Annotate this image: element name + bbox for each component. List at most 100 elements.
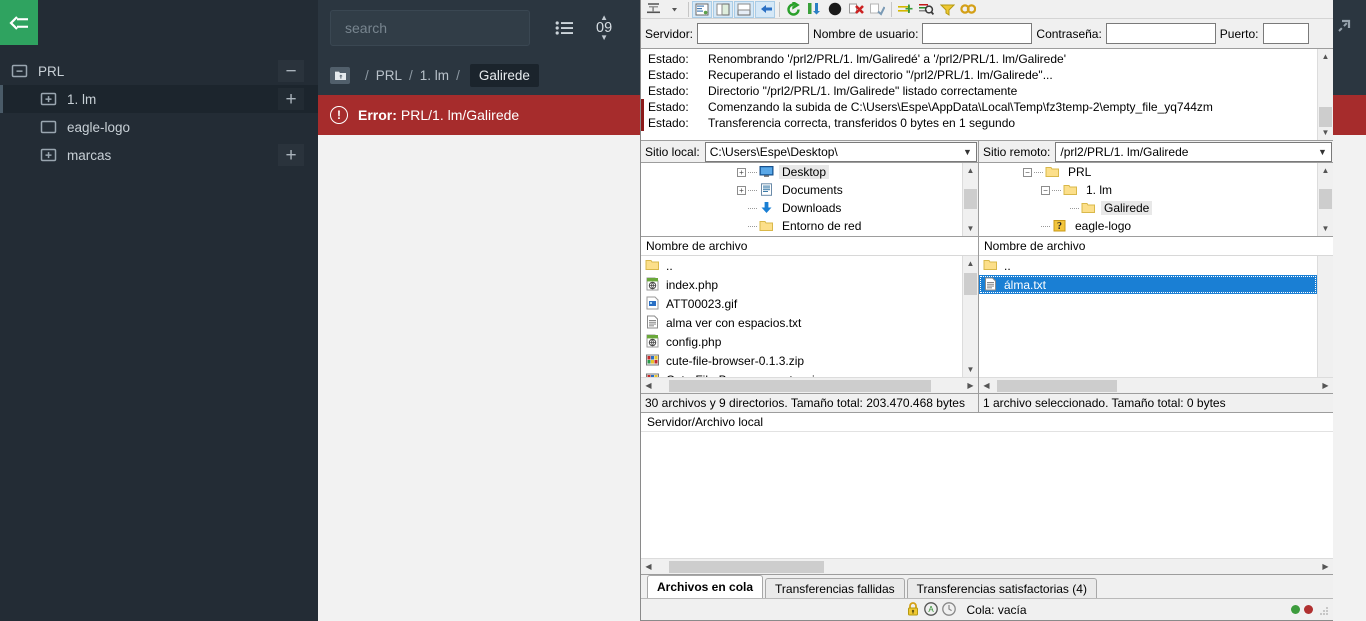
tree-item-1-lm[interactable]: 1. lm + — [0, 85, 318, 113]
toggle-local-tree-icon[interactable] — [692, 0, 712, 18]
find-files-icon[interactable] — [958, 1, 978, 18]
scroll-up-icon[interactable]: ▲ — [963, 256, 979, 271]
breadcrumb-item-1-lm[interactable]: 1. lm — [420, 68, 449, 83]
remote-list-scrollbar[interactable] — [1317, 256, 1333, 377]
scroll-right-icon[interactable]: ▶ — [963, 378, 978, 394]
breadcrumb-item-prl[interactable]: PRL — [376, 68, 402, 83]
local-list-scrollbar[interactable]: ▲ ▼ — [962, 256, 978, 377]
port-input[interactable] — [1262, 23, 1309, 44]
remote-tree-item-1-lm[interactable]: − 1. lm — [979, 181, 1317, 199]
remote-list-hscrollbar[interactable]: ◀ ▶ — [979, 377, 1333, 393]
page-stepper[interactable]: ▲ 09 ▼ — [596, 13, 612, 42]
process-queue-icon[interactable] — [804, 1, 824, 18]
scroll-up-icon[interactable]: ▲ — [963, 163, 979, 178]
scroll-down-icon[interactable]: ▼ — [963, 221, 979, 236]
list-item[interactable]: álma.txt — [979, 275, 1317, 294]
scroll-down-icon[interactable]: ▼ — [1318, 221, 1334, 236]
reconnect-icon[interactable] — [783, 1, 803, 18]
list-item[interactable]: Cute-File-Browser-master.zip — [641, 370, 962, 377]
chevron-down-icon[interactable]: ▼ — [1314, 143, 1331, 161]
scroll-right-icon[interactable]: ▶ — [1318, 559, 1333, 575]
refresh-sync-icon[interactable] — [755, 0, 775, 18]
remote-tree-item-eagle-logo[interactable]: ? eagle-logo — [979, 217, 1317, 235]
queue-column-header[interactable]: Servidor/Archivo local — [641, 413, 1333, 432]
dropdown-arrow-icon[interactable] — [664, 1, 684, 18]
expand-node-icon[interactable]: + — [737, 167, 746, 177]
collapse-node-button[interactable]: − — [278, 60, 304, 82]
directory-search-icon[interactable] — [916, 1, 936, 18]
tab-queued-files[interactable]: Archivos en cola — [647, 575, 764, 598]
tree-item-eagle-logo[interactable]: eagle-logo — [0, 113, 318, 141]
local-column-header-filename[interactable]: Nombre de archivo — [641, 237, 978, 256]
host-input[interactable] — [697, 23, 810, 44]
scrollbar-thumb[interactable] — [1319, 189, 1332, 209]
list-item[interactable]: .. — [979, 256, 1317, 275]
toggle-remote-tree-icon[interactable] — [713, 0, 733, 18]
scroll-down-icon[interactable]: ▼ — [963, 362, 979, 377]
queue-hscrollbar[interactable]: ◀ ▶ — [641, 558, 1333, 574]
scroll-left-icon[interactable]: ◀ — [641, 559, 656, 575]
remote-tree-item-galirede[interactable]: Galirede — [979, 199, 1317, 217]
queue-rows[interactable] — [641, 432, 1333, 558]
log-scrollbar[interactable]: ▲ ▼ — [1317, 49, 1333, 140]
synchronized-browsing-icon[interactable] — [895, 1, 915, 18]
local-list-hscrollbar[interactable]: ◀ ▶ — [641, 377, 978, 393]
scroll-right-icon[interactable]: ▶ — [1318, 378, 1333, 394]
list-item[interactable]: cute-file-browser-0.1.3.zip — [641, 351, 962, 370]
collapse-sidebar-button[interactable] — [0, 0, 38, 45]
list-item[interactable]: .. — [641, 256, 962, 275]
expand-node-button[interactable]: + — [278, 88, 304, 110]
local-tree-item-downloads[interactable]: Downloads — [641, 199, 962, 217]
remote-tree-scrollbar[interactable]: ▲ ▼ — [1317, 163, 1333, 236]
filter-icon[interactable] — [937, 1, 957, 18]
scrollbar-thumb[interactable] — [997, 380, 1117, 392]
list-item[interactable]: alma ver con espacios.txt — [641, 313, 962, 332]
expand-arrow-icon[interactable] — [1330, 14, 1356, 40]
local-tree-item-desktop[interactable]: + Desktop — [641, 163, 962, 181]
tab-successful-transfers[interactable]: Transferencias satisfactorias (4) — [906, 578, 1097, 598]
local-tree-item-documents[interactable]: + Documents — [641, 181, 962, 199]
scroll-up-icon[interactable]: ▲ — [1318, 49, 1334, 64]
collapse-node-icon[interactable]: − — [1023, 167, 1032, 177]
password-input[interactable] — [1105, 23, 1216, 44]
list-item[interactable]: config.php — [641, 332, 962, 351]
remote-tree-item-prl[interactable]: − PRL — [979, 163, 1317, 181]
site-manager-icon[interactable] — [643, 1, 663, 18]
lock-icon[interactable] — [905, 601, 922, 618]
scrollbar-thumb[interactable] — [1319, 107, 1332, 127]
list-view-icon[interactable] — [548, 11, 582, 45]
local-site-combobox[interactable]: C:\Users\Espe\Desktop\ ▼ — [704, 141, 977, 162]
list-item[interactable]: index.php — [641, 275, 962, 294]
local-tree-scrollbar[interactable]: ▲ ▼ — [962, 163, 978, 236]
tree-item-marcas[interactable]: marcas + — [0, 141, 318, 169]
scroll-left-icon[interactable]: ◀ — [641, 378, 656, 394]
tab-failed-transfers[interactable]: Transferencias fallidas — [765, 578, 905, 598]
resize-grip-icon[interactable] — [1319, 605, 1329, 615]
remote-site-combobox[interactable]: /prl2/PRL/1. lm/Galirede ▼ — [1055, 141, 1332, 162]
scrollbar-thumb[interactable] — [964, 189, 977, 209]
scroll-left-icon[interactable]: ◀ — [979, 378, 994, 394]
search-input[interactable] — [330, 10, 530, 46]
toggle-transfer-queue-icon[interactable] — [734, 0, 754, 18]
scrollbar-thumb[interactable] — [964, 273, 977, 295]
stepper-down-icon[interactable]: ▼ — [600, 34, 608, 42]
scroll-down-icon[interactable]: ▼ — [1318, 125, 1334, 140]
scrollbar-thumb[interactable] — [669, 380, 931, 392]
remote-column-header-filename[interactable]: Nombre de archivo — [979, 237, 1333, 256]
list-item[interactable]: ATT00023.gif — [641, 294, 962, 313]
clock-icon[interactable] — [941, 601, 958, 618]
scrollbar-thumb[interactable] — [669, 561, 824, 573]
scroll-up-icon[interactable]: ▲ — [1318, 163, 1334, 178]
disconnect-icon[interactable] — [846, 1, 866, 18]
local-tree-item-entorno-de-red[interactable]: Entorno de red — [641, 217, 962, 235]
username-input[interactable] — [922, 23, 1033, 44]
expand-node-button[interactable]: + — [278, 144, 304, 166]
collapse-node-icon[interactable]: − — [1041, 185, 1050, 195]
chevron-down-icon[interactable]: ▼ — [959, 143, 976, 161]
cancel-operation-icon[interactable] — [825, 1, 845, 18]
home-folder-icon[interactable] — [330, 67, 350, 84]
speed-limit-icon[interactable]: A — [923, 601, 940, 618]
compare-directories-icon[interactable] — [867, 1, 887, 18]
tree-item-prl[interactable]: PRL − — [0, 57, 318, 85]
expand-node-icon[interactable]: + — [737, 185, 746, 195]
